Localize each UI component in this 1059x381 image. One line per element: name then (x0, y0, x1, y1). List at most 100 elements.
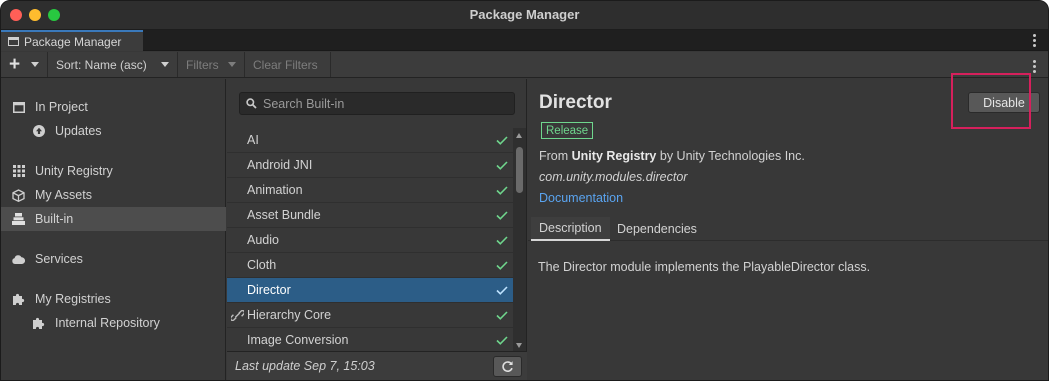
release-badge: Release (541, 122, 594, 139)
refresh-button[interactable] (493, 356, 522, 377)
list-item[interactable]: Asset Bundle (227, 203, 514, 228)
cloud-icon (12, 253, 25, 266)
author-text: by Unity Technologies Inc. (656, 149, 805, 163)
check-icon (496, 160, 508, 170)
check-icon (496, 210, 508, 220)
package-name: Director (247, 283, 291, 297)
sidebar-item-label: In Project (35, 100, 88, 114)
package-title: Director (539, 92, 612, 113)
list-item[interactable]: Image Conversion (227, 328, 514, 353)
stack-icon (12, 213, 25, 226)
list-scrollbar[interactable] (513, 128, 526, 353)
filters-label: Filters (186, 57, 219, 72)
chevron-down-icon (228, 62, 236, 67)
sidebar-item-label: My Registries (35, 292, 111, 306)
sidebar-item-label: Internal Repository (55, 316, 160, 330)
last-update-text: Last update Sep 7, 15:03 (235, 359, 375, 373)
registry-name: Unity Registry (571, 149, 657, 163)
grid-icon (12, 165, 25, 178)
tab-dependencies[interactable]: Dependencies (609, 217, 705, 241)
check-icon (496, 135, 508, 145)
check-icon (496, 185, 508, 195)
check-icon (496, 335, 508, 345)
list-item[interactable]: Hierarchy Core (227, 303, 514, 328)
sidebar-item-my-registries[interactable]: My Registries (1, 287, 226, 311)
package-id: com.unity.modules.director (539, 170, 688, 184)
arrow-up-circle-icon (32, 125, 45, 138)
package-name: Asset Bundle (247, 208, 321, 222)
package-name: Animation (247, 183, 303, 197)
tab-description[interactable]: Description (531, 217, 610, 241)
chevron-down-icon (31, 62, 39, 67)
package-name: Image Conversion (247, 333, 349, 347)
chevron-down-icon (161, 62, 169, 67)
sidebar-item-built-in[interactable]: Built-in (1, 207, 226, 231)
sidebar-item-services[interactable]: Services (1, 247, 226, 271)
sidebar-item-label: Unity Registry (35, 164, 113, 178)
check-icon (496, 285, 508, 295)
clear-filters-button[interactable]: Clear Filters (245, 52, 331, 77)
sidebar-item-label: Built-in (35, 212, 74, 226)
toolbar: + Sort: Name (asc) Filters Clear Filters (1, 52, 1048, 78)
sidebar-item-my-assets[interactable]: My Assets (1, 183, 226, 207)
package-name: Android JNI (247, 158, 313, 172)
scroll-thumb[interactable] (516, 147, 523, 193)
window-icon (12, 101, 25, 114)
sidebar-item-internal-repository[interactable]: Internal Repository (1, 311, 226, 335)
package-list: AI Android JNI Animation Asset Bundle Au… (227, 128, 514, 353)
list-item[interactable]: Android JNI (227, 153, 514, 178)
tab-row: Package Manager (1, 30, 1048, 51)
sidebar-item-label: Updates (55, 124, 102, 138)
toolbar-menu-icon[interactable] (1033, 60, 1036, 73)
title-bar: Package Manager (1, 1, 1048, 30)
sidebar-item-label: Services (35, 252, 83, 266)
package-name: Cloth (247, 258, 277, 272)
puzzle-icon (12, 293, 25, 306)
clear-filters-label: Clear Filters (253, 57, 318, 72)
list-footer: Last update Sep 7, 15:03 (227, 351, 527, 380)
window-icon (8, 37, 19, 46)
add-package-button[interactable]: + (1, 52, 48, 77)
from-prefix: From (539, 149, 572, 163)
check-icon (496, 235, 508, 245)
scroll-up-icon[interactable] (516, 133, 522, 138)
refresh-icon (501, 360, 514, 373)
check-icon (496, 260, 508, 270)
package-name: Audio (247, 233, 279, 247)
list-item[interactable]: Audio (227, 228, 514, 253)
check-icon (496, 310, 508, 320)
window-title: Package Manager (469, 7, 580, 22)
search-placeholder: Search Built-in (263, 96, 345, 111)
package-name: Hierarchy Core (247, 308, 332, 322)
tab-package-manager[interactable]: Package Manager (1, 30, 143, 51)
cube-icon (12, 188, 25, 202)
sort-dropdown[interactable]: Sort: Name (asc) (48, 52, 178, 77)
detail-tabs: Description Dependencies (528, 217, 1048, 241)
scroll-down-icon[interactable] (516, 343, 522, 348)
documentation-link[interactable]: Documentation (539, 191, 623, 205)
puzzle-icon (32, 317, 45, 330)
search-input[interactable]: Search Built-in (239, 92, 515, 115)
package-list-panel: Search Built-in AI Android JNI Animation… (227, 79, 527, 380)
sidebar-item-label: My Assets (35, 188, 92, 202)
package-name: AI (247, 133, 259, 147)
sidebar-item-updates[interactable]: Updates (1, 119, 226, 143)
sidebar-item-unity-registry[interactable]: Unity Registry (1, 159, 226, 183)
package-manager-window: Package Manager Package Manager + Sort: … (0, 0, 1049, 381)
package-description: The Director module implements the Playa… (538, 260, 871, 274)
link-icon (231, 309, 244, 321)
plus-icon: + (9, 54, 21, 75)
list-item[interactable]: AI (227, 128, 514, 153)
list-item-selected[interactable]: Director (227, 278, 514, 303)
search-icon (246, 98, 257, 109)
filters-dropdown[interactable]: Filters (178, 52, 245, 77)
sidebar: In Project Updates Unity Registry My Ass… (1, 79, 226, 380)
list-item[interactable]: Cloth (227, 253, 514, 278)
sort-label: Sort: Name (asc) (56, 57, 147, 72)
sidebar-item-in-project[interactable]: In Project (1, 95, 226, 119)
tab-label: Package Manager (24, 34, 122, 49)
package-source: From Unity Registry by Unity Technologie… (539, 149, 805, 163)
highlight-annotation (951, 73, 1031, 129)
tab-menu-icon[interactable] (1033, 34, 1036, 47)
list-item[interactable]: Animation (227, 178, 514, 203)
